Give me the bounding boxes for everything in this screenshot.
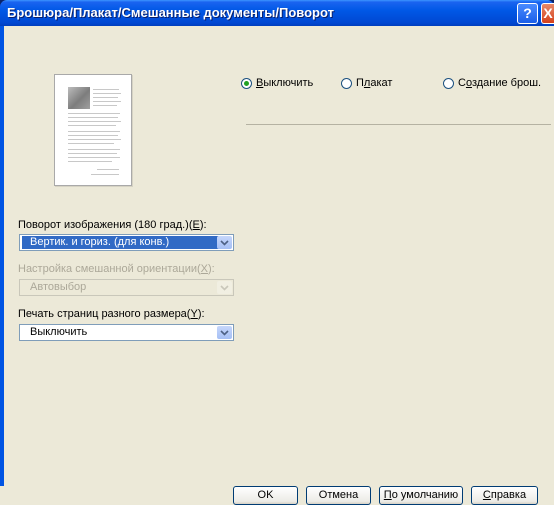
dialog-client: Выключить Плакат Создание брош. Поворот … bbox=[4, 26, 554, 505]
radio-off-label: Выключить bbox=[256, 77, 314, 89]
radio-booklet-indicator[interactable] bbox=[443, 78, 454, 89]
chevron-down-icon[interactable] bbox=[217, 236, 232, 249]
chevron-down-icon[interactable] bbox=[217, 326, 232, 339]
radio-booklet-label: Создание брош. bbox=[458, 77, 542, 89]
ok-button[interactable]: OK bbox=[233, 486, 298, 505]
mixed-size-value: Выключить bbox=[30, 326, 88, 338]
mixed-size-select[interactable]: Выключить bbox=[19, 324, 234, 341]
mixed-orientation-value: Автовыбор bbox=[30, 281, 87, 293]
cancel-button[interactable]: Отмена bbox=[306, 486, 371, 505]
help-button[interactable]: Справка bbox=[471, 486, 538, 505]
chevron-down-icon bbox=[217, 281, 232, 294]
mixed-orientation-label: Настройка смешанной ориентации(X): bbox=[18, 263, 215, 275]
defaults-button[interactable]: По умолчанию bbox=[379, 486, 463, 505]
mixed-size-label: Печать страниц разного размера(Y): bbox=[18, 308, 205, 320]
radio-poster-indicator[interactable] bbox=[341, 78, 352, 89]
close-icon[interactable]: X bbox=[541, 3, 554, 24]
help-icon[interactable]: ? bbox=[517, 3, 538, 24]
radio-poster-label: Плакат bbox=[356, 77, 393, 89]
rotation-label: Поворот изображения (180 град.)(E): bbox=[18, 219, 207, 231]
dialog-window: Брошюра/Плакат/Смешанные документы/Повор… bbox=[0, 0, 554, 505]
window-title: Брошюра/Плакат/Смешанные документы/Повор… bbox=[7, 5, 334, 20]
rotation-select[interactable]: Вертик. и гориз. (для конв.) bbox=[19, 234, 234, 251]
mixed-orientation-select: Автовыбор bbox=[19, 279, 234, 296]
preview-image bbox=[68, 87, 90, 109]
title-bar[interactable]: Брошюра/Плакат/Смешанные документы/Повор… bbox=[0, 0, 554, 26]
page-preview bbox=[54, 74, 132, 186]
radio-off-indicator[interactable] bbox=[241, 78, 252, 89]
rotation-select-value: Вертик. и гориз. (для конв.) bbox=[22, 236, 221, 249]
divider bbox=[246, 124, 551, 125]
